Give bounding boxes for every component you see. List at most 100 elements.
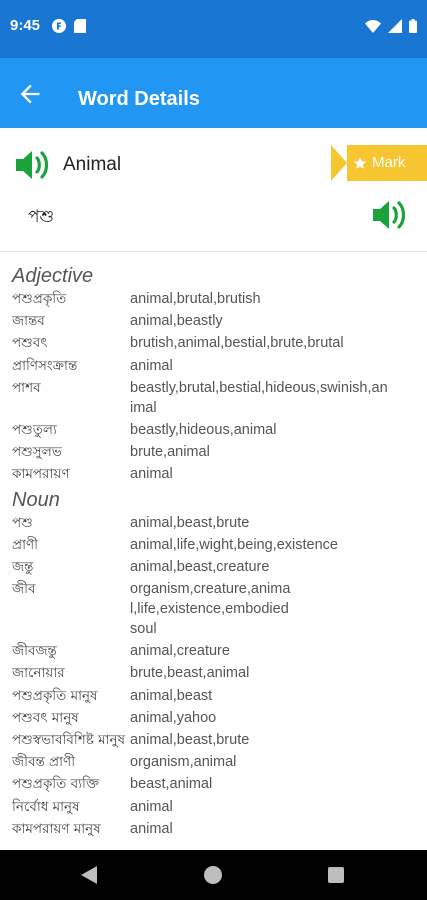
english-synonyms: animal,beast,brute — [130, 513, 417, 533]
synonym-line: animal,yahoo — [130, 709, 217, 726]
synonym-line: imal — [130, 399, 157, 416]
english-synonyms: brutish,animal,bestial,brute,brutal — [130, 333, 417, 353]
mark-ribbon-notch — [331, 145, 347, 181]
synonym-line: organism,creature,anima — [130, 581, 291, 598]
mark-label: Mark — [372, 154, 406, 171]
bengali-term: প্রাণিসংক্রান্ত — [12, 357, 78, 374]
definitions-list: Adjective পশুপ্রকৃতি animal,brutal,brutish… — [0, 263, 427, 841]
bengali-term: জীব — [12, 581, 36, 598]
english-synonyms: animal,beast — [130, 686, 417, 706]
definition-row: কামপরায়ণ মানুষ animal — [0, 819, 427, 839]
wifi-icon — [365, 19, 381, 33]
synonym-line: beastly,brutal,bestial,hideous,swinish,a… — [130, 379, 388, 396]
english-synonyms: organism,creature,anima l,life,existence,… — [130, 579, 417, 639]
english-synonyms: animal,beastly — [130, 311, 417, 331]
synonym-line: animal,beast — [130, 687, 213, 704]
definition-row: পশুসুলভ brute,animal — [0, 442, 427, 462]
synonym-line: animal,beast,brute — [130, 732, 250, 748]
synonym-line: brute,animal — [130, 444, 210, 461]
bengali-term: জান্তব — [12, 313, 45, 330]
bengali-term: প্রাণী — [12, 536, 39, 553]
definition-row: কামপরায়ণ animal — [0, 464, 427, 484]
english-synonyms: animal,yahoo — [130, 708, 417, 728]
bengali-term: নির্বোধ মানুষ — [12, 798, 80, 815]
english-synonyms: beast,animal — [130, 774, 417, 794]
synonym-line: brute,beast,animal — [130, 665, 250, 682]
synonym-line: animal,brutal,brutish — [130, 291, 261, 307]
synonym-line: animal — [130, 357, 173, 374]
bengali-term: পশু — [12, 514, 33, 531]
part-of-speech-heading: Noun — [12, 488, 60, 511]
definition-row: পাশব beastly,brutal,bestial,hideous,swini… — [0, 378, 427, 418]
english-synonyms: organism,animal — [130, 752, 417, 772]
definition-row: পশুস্বভাববিশিষ্ট মানুষ animal,beast,brute — [0, 730, 427, 750]
synonym-line: animal,life,wight,being,existence — [130, 536, 338, 553]
definition-row: পশুপ্রকৃতি ব্যক্তি beast,animal — [0, 774, 427, 794]
english-synonyms: animal,beast,brute — [130, 730, 417, 750]
synonym-line: brutish,animal,bestial,brute,brutal — [130, 335, 344, 352]
english-synonyms: animal,beast,creature — [130, 557, 417, 577]
definition-row: জীব organism,creature,anima l,life,existen… — [0, 579, 427, 639]
nav-recents-icon[interactable] — [328, 867, 344, 883]
bengali-term: পশুতুল্য — [12, 421, 57, 438]
status-time: 9:45 — [10, 17, 41, 34]
bengali-term: পাশব — [12, 379, 41, 396]
english-synonyms: animal,brutal,brutish — [130, 289, 417, 309]
english-synonyms: animal,creature — [130, 641, 417, 661]
definition-row: পশু animal,beast,brute — [0, 513, 427, 533]
word-header-card: Animal Mark পশু — [0, 128, 427, 252]
bengali-term: পশুপ্রকৃতি ব্যক্তি — [12, 776, 99, 793]
bengali-term: জন্তু — [12, 558, 34, 575]
definition-row: পশুবৎ মানুষ animal,yahoo — [0, 708, 427, 728]
definition-row: পশুপ্রকৃতি animal,brutal,brutish — [0, 289, 427, 309]
nav-home-icon[interactable] — [204, 866, 222, 884]
bengali-term: জানোয়ার — [12, 665, 65, 682]
english-synonyms: brute,beast,animal — [130, 663, 417, 683]
definition-row: জানোয়ার brute,beast,animal — [0, 663, 427, 683]
synonym-line: animal,beast,brute — [130, 514, 250, 531]
word-bengali: পশু — [28, 207, 55, 227]
word-english: Animal — [63, 154, 122, 175]
english-synonyms: animal — [130, 819, 417, 839]
mark-content: Mark — [353, 154, 405, 171]
synonym-line: animal — [130, 466, 173, 483]
navigation-bar — [0, 850, 427, 900]
synonym-line: animal — [130, 820, 173, 837]
bengali-term: পশুপ্রকৃতি মানুষ — [12, 687, 98, 704]
english-synonyms: brute,animal — [130, 442, 417, 462]
definition-row: নির্বোধ মানুষ animal — [0, 797, 427, 817]
bengali-term: পশুপ্রকৃতি — [12, 291, 67, 307]
definition-row: পশুবৎ brutish,animal,bestial,brute,brutal — [0, 333, 427, 353]
bengali-term: পশুসুলভ — [12, 444, 62, 461]
english-synonyms: animal — [130, 797, 417, 817]
status-system-icons — [365, 19, 417, 33]
synonym-line: l,life,existence,embodied — [130, 601, 289, 618]
synonym-line: animal — [130, 798, 173, 815]
definition-row: পশুপ্রকৃতি মানুষ animal,beast — [0, 686, 427, 706]
synonym-line: animal,beast,creature — [130, 558, 270, 575]
english-synonyms: beastly,hideous,animal — [130, 420, 417, 440]
mark-button[interactable]: Mark — [331, 145, 427, 181]
english-synonyms: beastly,brutal,bestial,hideous,swinish,a… — [130, 378, 417, 418]
speaker-english-icon[interactable] — [14, 147, 54, 183]
nav-back-icon[interactable] — [81, 866, 97, 884]
definition-row: জীবন্ত প্রাণী organism,animal — [0, 752, 427, 772]
star-icon — [353, 156, 367, 169]
back-arrow-icon[interactable] — [16, 80, 44, 108]
bengali-term: কামপরায়ণ মানুষ — [12, 820, 101, 837]
english-synonyms: animal — [130, 356, 417, 376]
english-synonyms: animal,life,wight,being,existence — [130, 535, 417, 555]
bengali-term: কামপরায়ণ — [12, 466, 70, 483]
bengali-term: পশুস্বভাববিশিষ্ট মানুষ — [12, 732, 126, 748]
bengali-term: জীবজন্তু — [12, 643, 57, 660]
synonym-line: animal,creature — [130, 643, 230, 660]
speaker-bengali-icon[interactable] — [371, 197, 411, 233]
definition-row: প্রাণী animal,life,wight,being,existence — [0, 535, 427, 555]
definition-row: জন্তু animal,beast,creature — [0, 557, 427, 577]
definition-row: প্রাণিসংক্রান্ত animal — [0, 356, 427, 376]
bengali-term: পশুবৎ — [12, 335, 48, 352]
synonym-line: organism,animal — [130, 754, 237, 771]
battery-icon — [409, 19, 417, 33]
synonym-line: beastly,hideous,animal — [130, 421, 277, 438]
app-notification-icon — [52, 19, 66, 33]
